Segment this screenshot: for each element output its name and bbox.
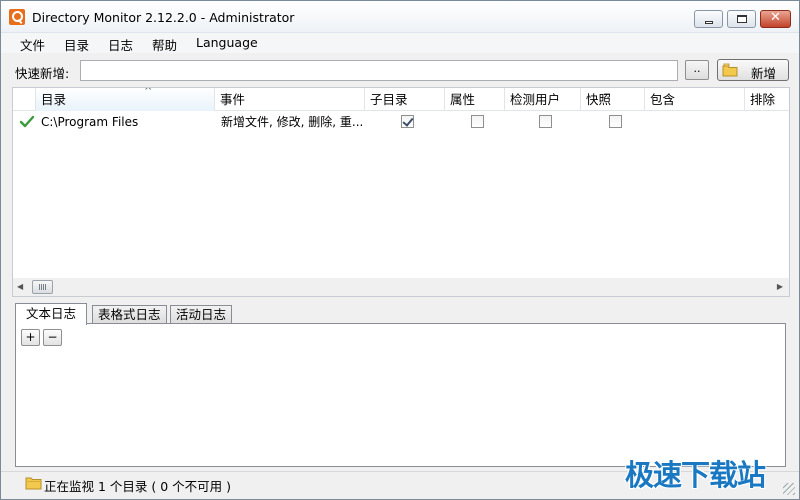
- sort-ascending-icon: ^: [144, 88, 153, 97]
- column-label: 目录: [41, 92, 67, 107]
- column-header-include[interactable]: 包含: [645, 88, 745, 111]
- close-button[interactable]: ✕: [760, 10, 791, 28]
- table-row[interactable]: C:\Program Files 新增文件, 修改, 删除, 重...: [13, 112, 789, 132]
- add-new-button[interactable]: 新增: [717, 59, 789, 81]
- cell-events: 新增文件, 修改, 删除, 重...: [221, 115, 363, 129]
- app-search-icon: [9, 9, 25, 25]
- scroll-right-icon[interactable]: ▶: [771, 278, 783, 296]
- checkbox-attributes[interactable]: [471, 115, 484, 128]
- tab-table-log[interactable]: 表格式日志: [92, 305, 167, 324]
- grid-header: ^ 目录 事件 子目录 属性 检测用户 快照 包含 排除: [13, 88, 789, 111]
- cell-include: [649, 112, 743, 132]
- tab-activity-log[interactable]: 活动日志: [170, 305, 233, 324]
- panel-splitter[interactable]: [1, 298, 799, 302]
- quick-add-label: 快速新增:: [15, 66, 70, 81]
- column-header-detect-user[interactable]: 检测用户: [505, 88, 581, 111]
- scroll-left-icon[interactable]: ◀: [17, 278, 29, 296]
- cell-exclude: [749, 112, 789, 132]
- minimize-button[interactable]: [694, 10, 723, 28]
- browse-button[interactable]: ..: [685, 60, 709, 80]
- menu-directory[interactable]: 目录: [64, 35, 89, 54]
- add-new-label: 新增: [751, 66, 777, 81]
- checkbox-subdirectories[interactable]: [401, 115, 414, 128]
- tab-text-log[interactable]: 文本日志: [15, 303, 88, 325]
- menu-bar: 文件 目录 日志 帮助 Language: [1, 33, 799, 53]
- menu-file[interactable]: 文件: [20, 35, 45, 54]
- horizontal-scrollbar[interactable]: ◀ ▶: [13, 278, 789, 296]
- column-header-directory[interactable]: ^ 目录: [36, 88, 215, 111]
- folder-plus-icon: [722, 63, 738, 77]
- title-bar[interactable]: Directory Monitor 2.12.2.0 - Administrat…: [1, 1, 799, 33]
- column-header-events[interactable]: 事件: [215, 88, 365, 111]
- menu-language[interactable]: Language: [196, 35, 258, 50]
- column-header-snapshot[interactable]: 快照: [581, 88, 645, 111]
- column-header-attributes[interactable]: 属性: [445, 88, 505, 111]
- folder-icon: [25, 477, 42, 490]
- check-icon: [19, 115, 35, 128]
- watermark-text: 极速下载站: [625, 458, 766, 492]
- column-header-exclude[interactable]: 排除: [745, 88, 789, 111]
- menu-help[interactable]: 帮助: [152, 35, 177, 54]
- maximize-button[interactable]: [727, 10, 756, 28]
- text-log-panel[interactable]: + −: [15, 323, 786, 467]
- directory-grid: ^ 目录 事件 子目录 属性 检测用户 快照 包含 排除 C:\Program …: [12, 87, 790, 297]
- cell-directory: C:\Program Files: [41, 115, 139, 129]
- column-status: [13, 88, 36, 111]
- window-title: Directory Monitor 2.12.2.0 - Administrat…: [32, 10, 295, 25]
- minimize-icon: [705, 21, 713, 24]
- resize-grip-icon[interactable]: [783, 483, 795, 495]
- menu-log[interactable]: 日志: [108, 35, 133, 54]
- quick-add-input[interactable]: [80, 60, 678, 81]
- column-header-subdirectories[interactable]: 子目录: [365, 88, 445, 111]
- checkbox-detect-user[interactable]: [539, 115, 552, 128]
- status-text: 正在监视 1 个目录 ( 0 个不可用 ): [44, 479, 232, 494]
- close-icon: ✕: [770, 10, 781, 25]
- main-window: Directory Monitor 2.12.2.0 - Administrat…: [0, 0, 800, 500]
- checkbox-snapshot[interactable]: [609, 115, 622, 128]
- maximize-icon: [737, 15, 747, 23]
- scrollbar-thumb[interactable]: [32, 280, 53, 294]
- expand-button[interactable]: +: [21, 329, 40, 346]
- collapse-button[interactable]: −: [43, 329, 62, 346]
